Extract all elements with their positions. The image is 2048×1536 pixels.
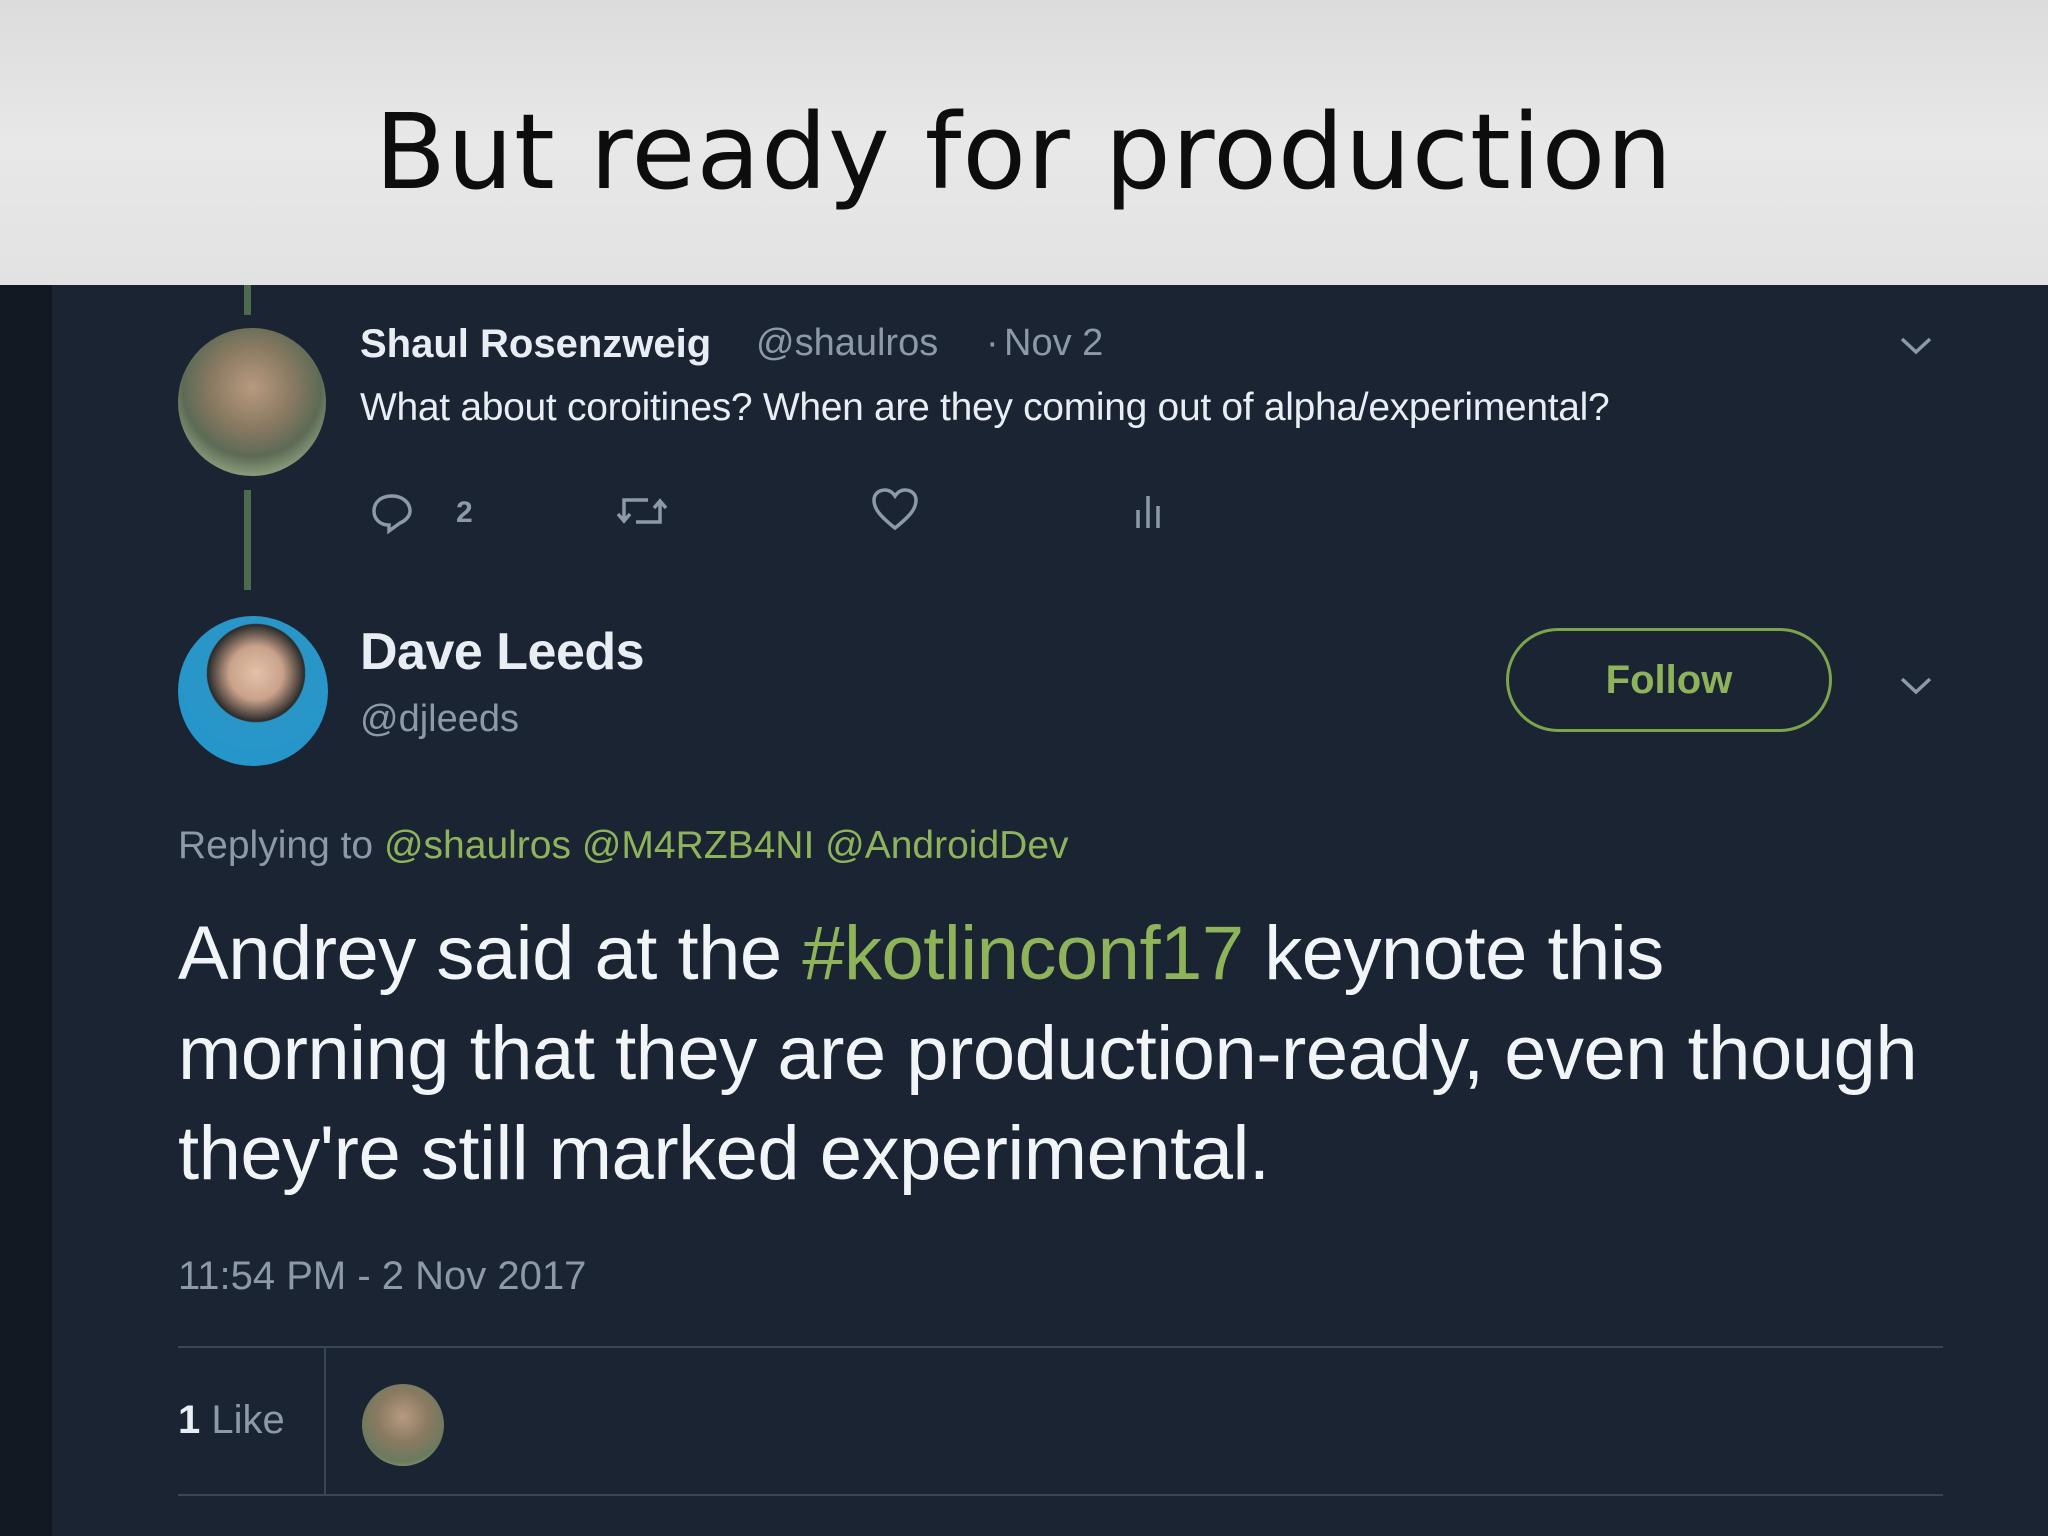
slide-title: But ready for production: [374, 91, 1674, 213]
retweet-icon[interactable]: [614, 490, 670, 542]
parent-separator: ·: [986, 322, 999, 364]
heart-icon[interactable]: [870, 486, 920, 542]
avatar-dave[interactable]: [178, 616, 328, 766]
likes-label: Like: [211, 1398, 285, 1442]
follow-button[interactable]: Follow: [1506, 628, 1832, 732]
mention-link[interactable]: @AndroidDev: [825, 824, 1068, 867]
liker-avatar[interactable]: [362, 1384, 444, 1466]
divider: [178, 1346, 1943, 1348]
divider: [178, 1494, 1943, 1496]
tweet-body: Andrey said at the #kotlinconf17 keynote…: [178, 904, 1948, 1204]
thread-line: [244, 490, 251, 590]
avatar-shaul[interactable]: [178, 328, 326, 476]
parent-author-handle[interactable]: @shaulros: [756, 322, 938, 365]
replying-prefix: Replying to: [178, 824, 374, 867]
main-author-name[interactable]: Dave Leeds: [360, 622, 645, 682]
slide-header: But ready for production: [0, 0, 2048, 285]
mention-link[interactable]: @shaulros: [384, 824, 571, 867]
chevron-down-icon[interactable]: [1898, 662, 1934, 707]
left-sidebar-strip: [0, 285, 52, 1536]
parent-date[interactable]: Nov 2: [1004, 322, 1103, 365]
likes-number: 1: [178, 1398, 201, 1442]
mention-link[interactable]: @M4RZB4NI: [582, 824, 814, 867]
main-author-handle[interactable]: @djleeds: [360, 698, 519, 741]
chevron-down-icon[interactable]: [1898, 322, 1934, 367]
reply-icon[interactable]: [370, 492, 414, 544]
analytics-icon[interactable]: [1130, 490, 1170, 542]
tweet-body-text: Andrey said at the: [178, 911, 803, 996]
hashtag-link[interactable]: #kotlinconf17: [802, 911, 1244, 996]
thread-line: [244, 285, 251, 315]
reply-count: 2: [456, 496, 473, 529]
divider: [324, 1348, 326, 1494]
parent-author-name[interactable]: Shaul Rosenzweig: [360, 322, 711, 367]
tweet-timestamp[interactable]: 11:54 PM - 2 Nov 2017: [178, 1254, 586, 1299]
parent-tweet-text: What about coroitines? When are they com…: [360, 386, 1610, 429]
replying-to: Replying to @shaulros @M4RZB4NI @Android…: [178, 824, 1069, 868]
likes-count[interactable]: 1 Like: [178, 1398, 285, 1443]
